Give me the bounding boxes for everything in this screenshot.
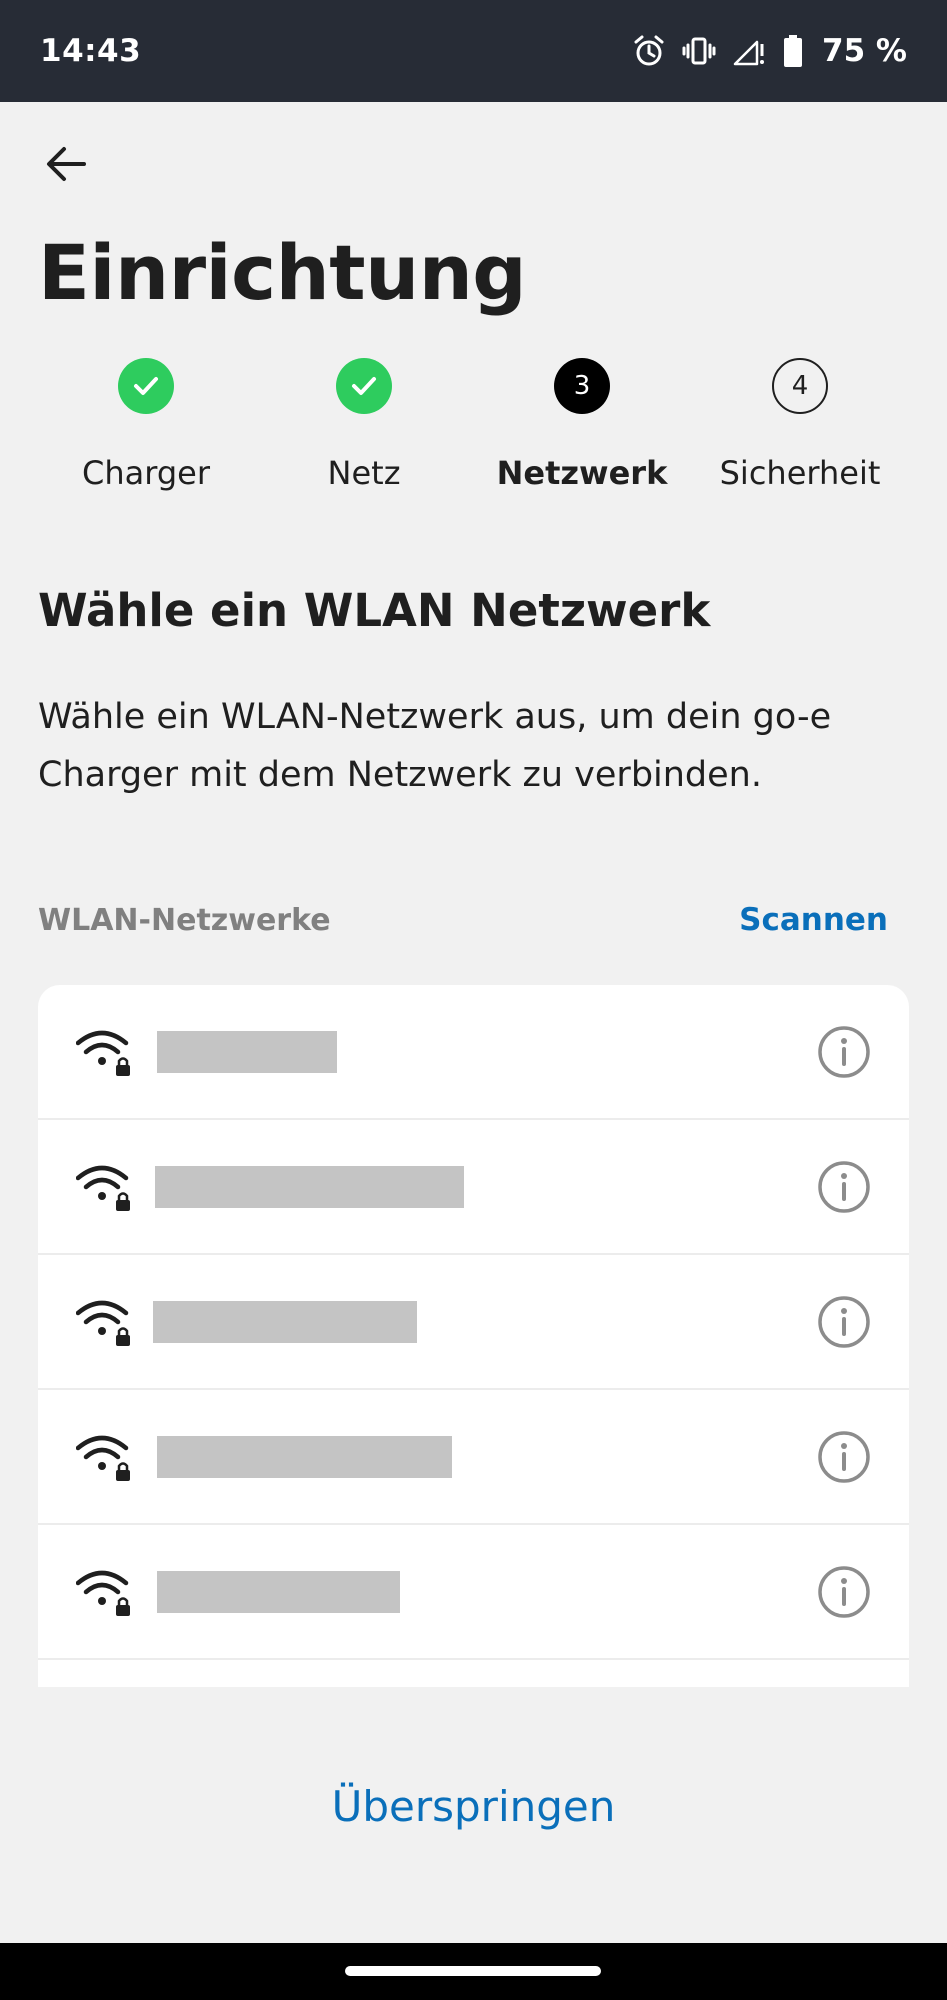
step-netzwerk: 3 Netzwerk <box>472 358 692 492</box>
step-label: Sicherheit <box>719 454 881 492</box>
network-row-partial[interactable] <box>38 1660 909 1687</box>
status-bar: 14:43 75 % <box>0 0 947 102</box>
info-icon[interactable] <box>817 1025 871 1079</box>
step-number: 3 <box>554 358 610 414</box>
network-row[interactable] <box>38 1255 909 1390</box>
back-button[interactable] <box>40 140 92 192</box>
network-name-redacted <box>155 1166 464 1208</box>
battery-percent: 75 % <box>822 33 907 69</box>
checkmark-icon <box>134 377 158 395</box>
arrow-left-icon <box>44 142 88 190</box>
step-charger: Charger <box>36 358 256 492</box>
network-row[interactable] <box>38 1390 909 1525</box>
network-name-redacted <box>153 1301 417 1343</box>
step-netz: Netz <box>254 358 474 492</box>
step-sicherheit: 4 Sicherheit <box>690 358 910 492</box>
scan-button[interactable]: Scannen <box>739 902 888 938</box>
network-name-redacted <box>157 1031 337 1073</box>
step-done-circle <box>336 358 392 414</box>
network-list-header: WLAN-Netzwerke Scannen <box>38 902 888 938</box>
network-row[interactable] <box>38 985 909 1120</box>
network-list <box>38 985 909 1687</box>
network-name-redacted <box>157 1571 400 1613</box>
status-icons: 75 % <box>632 33 907 69</box>
network-list-label: WLAN-Netzwerke <box>38 902 331 938</box>
step-label: Netz <box>327 454 401 492</box>
wifi-lock-icon <box>76 1435 130 1481</box>
signal-icon <box>732 34 766 68</box>
info-icon[interactable] <box>817 1295 871 1349</box>
page-title: Einrichtung <box>38 228 527 317</box>
setup-stepper: Charger Netz 3 Netzwerk 4 Sicherheit <box>0 358 947 498</box>
wifi-lock-icon <box>76 1570 130 1616</box>
vibrate-icon <box>682 34 716 68</box>
skip-button[interactable]: Überspringen <box>0 1782 947 1831</box>
alarm-icon <box>632 34 666 68</box>
checkmark-icon <box>352 377 376 395</box>
step-number: 4 <box>772 358 828 414</box>
info-icon[interactable] <box>817 1430 871 1484</box>
network-name-redacted <box>157 1436 452 1478</box>
step-label: Charger <box>82 454 210 492</box>
wifi-lock-icon <box>76 1165 130 1211</box>
status-time: 14:43 <box>40 33 142 69</box>
wifi-lock-icon <box>76 1300 130 1346</box>
network-row[interactable] <box>38 1120 909 1255</box>
section-title: Wähle ein WLAN Netzwerk <box>38 584 711 637</box>
network-row[interactable] <box>38 1525 909 1660</box>
home-gesture-handle[interactable] <box>345 1966 601 1976</box>
info-icon[interactable] <box>817 1565 871 1619</box>
section-description: Wähle ein WLAN-Netzwerk aus, um dein go-… <box>38 697 832 795</box>
info-icon[interactable] <box>817 1160 871 1214</box>
step-label: Netzwerk <box>496 454 668 492</box>
battery-icon <box>782 34 804 68</box>
wifi-lock-icon <box>76 1030 130 1076</box>
step-done-circle <box>118 358 174 414</box>
